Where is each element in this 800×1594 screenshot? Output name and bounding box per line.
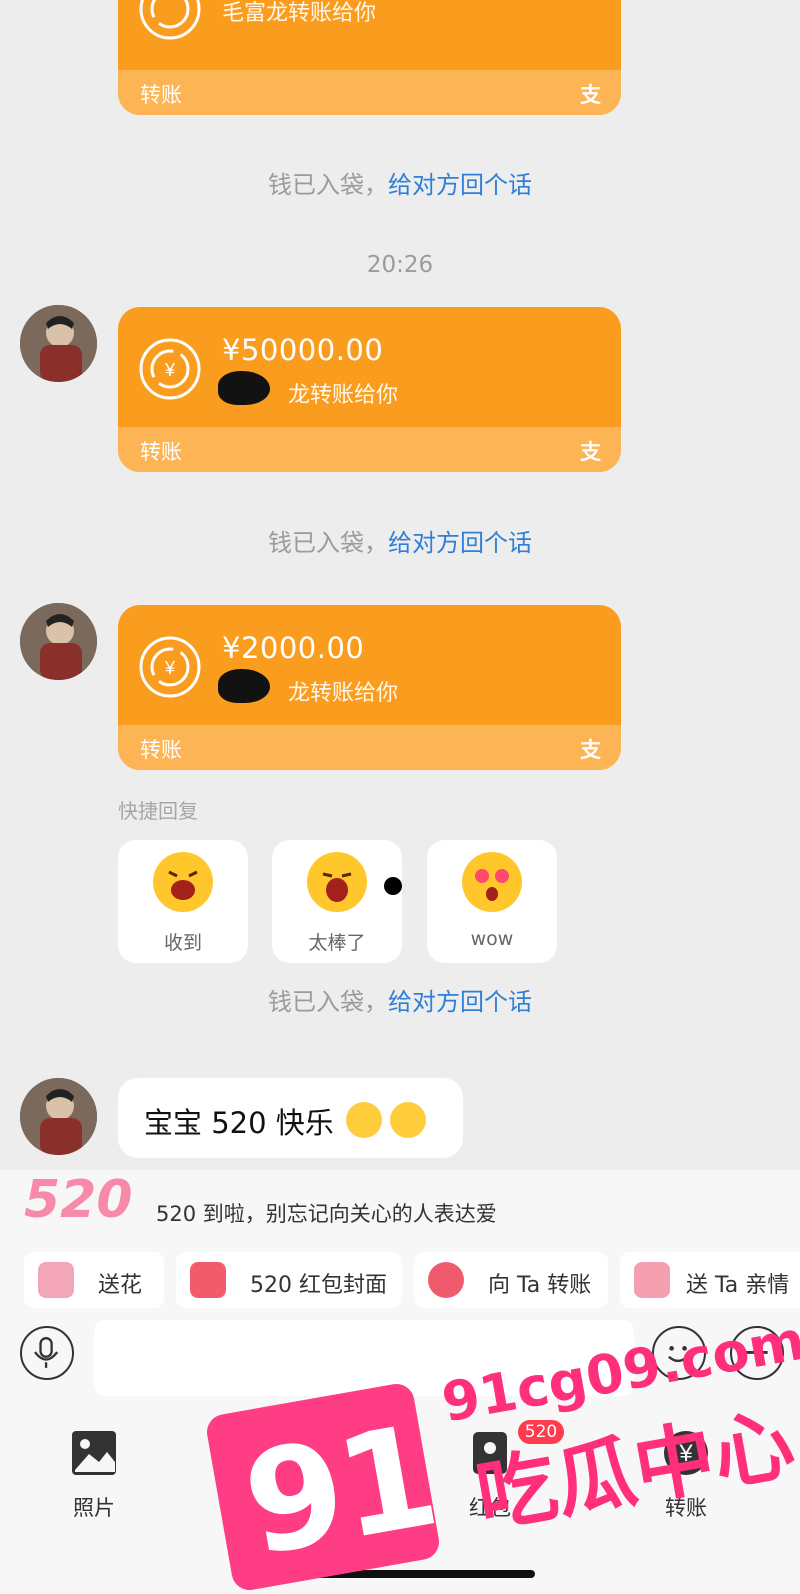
smile-emoji-icon (346, 1102, 382, 1138)
alipay-icon: 支 (580, 83, 601, 107)
message-text: 宝宝 520 快乐 (144, 1106, 334, 1140)
transfer-card[interactable]: ¥ ¥50000.00 龙转账给你 转账 支 (118, 307, 621, 472)
transfer-sender: 龙转账给你 (288, 383, 399, 408)
photo-icon (72, 1431, 116, 1475)
quick-reply-item[interactable]: 太棒了 (272, 840, 402, 963)
flower-bouquet-icon (38, 1262, 74, 1298)
avatar-image (20, 603, 97, 680)
ok-hand-emoji-icon (153, 852, 213, 912)
avatar[interactable] (20, 603, 97, 680)
watermark-number: 91 (233, 1395, 446, 1588)
smile-emoji-icon (390, 1102, 426, 1138)
avatar[interactable] (20, 1078, 97, 1155)
avatar-image (20, 305, 97, 382)
text-message-bubble[interactable]: 宝宝 520 快乐 (118, 1078, 463, 1158)
quick-reply-label: wow (470, 928, 514, 950)
star-eyes-emoji-icon (462, 852, 522, 912)
timestamp: 20:26 (366, 252, 434, 278)
promo-text: 520 到啦，别忘记向关心的人表达爱 (156, 1202, 497, 1226)
alipay-icon: 支 (580, 738, 601, 762)
quick-reply-label: 收到 (163, 932, 202, 954)
redaction-mark (218, 669, 270, 703)
520-logo: 520 (24, 1170, 133, 1230)
chip-label: 送 Ta 亲情 (686, 1273, 790, 1298)
chip-label: 向 Ta 转账 (488, 1273, 592, 1298)
transfer-type-label: 转账 (140, 738, 182, 762)
transfer-amount: ¥2000.00 (222, 631, 365, 665)
quick-reply-item[interactable]: 收到 (118, 840, 248, 963)
transfer-sender: 龙转账给你 (288, 681, 399, 706)
transfer-card-top[interactable]: 毛富龙转账给你 转账 支 (118, 0, 621, 115)
chip-transfer[interactable]: 向 Ta 转账 (414, 1252, 608, 1308)
transfer-type-label: 转账 (140, 440, 182, 464)
svg-text:¥: ¥ (164, 360, 176, 380)
quick-reply-label: 太棒了 (308, 932, 366, 954)
transfer-amount: ¥50000.00 (222, 333, 384, 367)
alipay-icon: 支 (580, 440, 601, 464)
dot-mark (384, 877, 402, 895)
transfer-sender: 毛富龙转账给你 (222, 1, 377, 26)
transfer-coin-icon: ¥ (139, 636, 201, 698)
quick-reply-title: 快捷回复 (118, 799, 198, 823)
chip-family-gift[interactable]: 送 Ta 亲情 (620, 1252, 800, 1308)
avatar[interactable] (20, 305, 97, 382)
redaction-mark (218, 371, 270, 405)
system-message: 钱已入袋，给对方回个话 (0, 165, 800, 200)
tab-label: 照片 (73, 1496, 115, 1520)
quick-reply-item[interactable]: wow (427, 840, 557, 963)
transfer-card[interactable]: ¥ ¥2000.00 龙转账给你 转账 支 (118, 605, 621, 770)
transfer-coin-icon (139, 0, 201, 40)
microphone-icon[interactable] (20, 1326, 74, 1380)
avatar-image (20, 1078, 97, 1155)
system-message-text: 钱已入袋， (268, 171, 388, 199)
red-envelope-cover-icon (190, 1262, 226, 1298)
chip-label: 送花 (98, 1273, 143, 1298)
system-message: 钱已入袋，给对方回个话 (0, 523, 800, 558)
system-message: 钱已入袋，给对方回个话 (0, 982, 800, 1017)
reply-link[interactable]: 给对方回个话 (388, 988, 532, 1016)
chip-label: 520 红包封面 (250, 1273, 387, 1298)
cheering-emoji-icon (307, 852, 367, 912)
system-message-text: 钱已入袋， (268, 988, 388, 1016)
transfer-yuan-icon (428, 1262, 464, 1298)
transfer-type-label: 转账 (140, 83, 182, 107)
svg-text:¥: ¥ (164, 658, 176, 678)
tab-photo[interactable]: 照片 (44, 1430, 144, 1520)
reply-link[interactable]: 给对方回个话 (388, 529, 532, 557)
transfer-coin-icon: ¥ (139, 338, 201, 400)
reply-link[interactable]: 给对方回个话 (388, 171, 532, 199)
chip-red-envelope-cover[interactable]: 520 红包封面 (176, 1252, 402, 1308)
chip-send-flowers[interactable]: 送花 (24, 1252, 164, 1308)
heart-gift-icon (634, 1262, 670, 1298)
system-message-text: 钱已入袋， (268, 529, 388, 557)
